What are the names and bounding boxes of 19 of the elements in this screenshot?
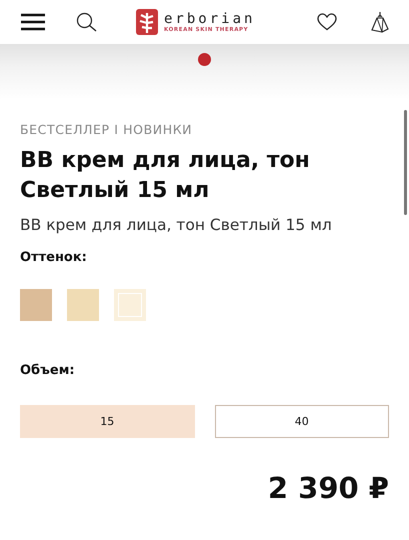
shade-label: Оттенок:: [20, 250, 88, 265]
shade-swatch[interactable]: [67, 289, 99, 321]
scrollbar[interactable]: [404, 110, 407, 215]
search-icon[interactable]: [76, 12, 98, 32]
heart-icon[interactable]: [317, 13, 337, 31]
product-tags: БЕСТСЕЛЛЕР I НОВИНКИ: [20, 122, 389, 137]
shopping-bag-icon[interactable]: [371, 11, 389, 33]
tree-logo-icon: [136, 9, 158, 35]
volume-option[interactable]: 40: [214, 405, 389, 438]
product-subtitle: BB крем для лица, тон Светлый 15 мл: [20, 216, 333, 234]
shade-swatch[interactable]: [20, 289, 52, 321]
price: 2 390 ₽: [268, 471, 389, 505]
volume-option[interactable]: 15: [20, 405, 194, 438]
menu-icon[interactable]: [20, 13, 46, 31]
logo-wordmark: erborian: [164, 12, 256, 26]
shade-swatch[interactable]: [114, 289, 146, 321]
carousel-dot[interactable]: [198, 53, 211, 66]
product-title: BB крем для лица, тон Светлый 15 мл: [20, 147, 311, 205]
volume-label: Объем:: [20, 363, 76, 378]
